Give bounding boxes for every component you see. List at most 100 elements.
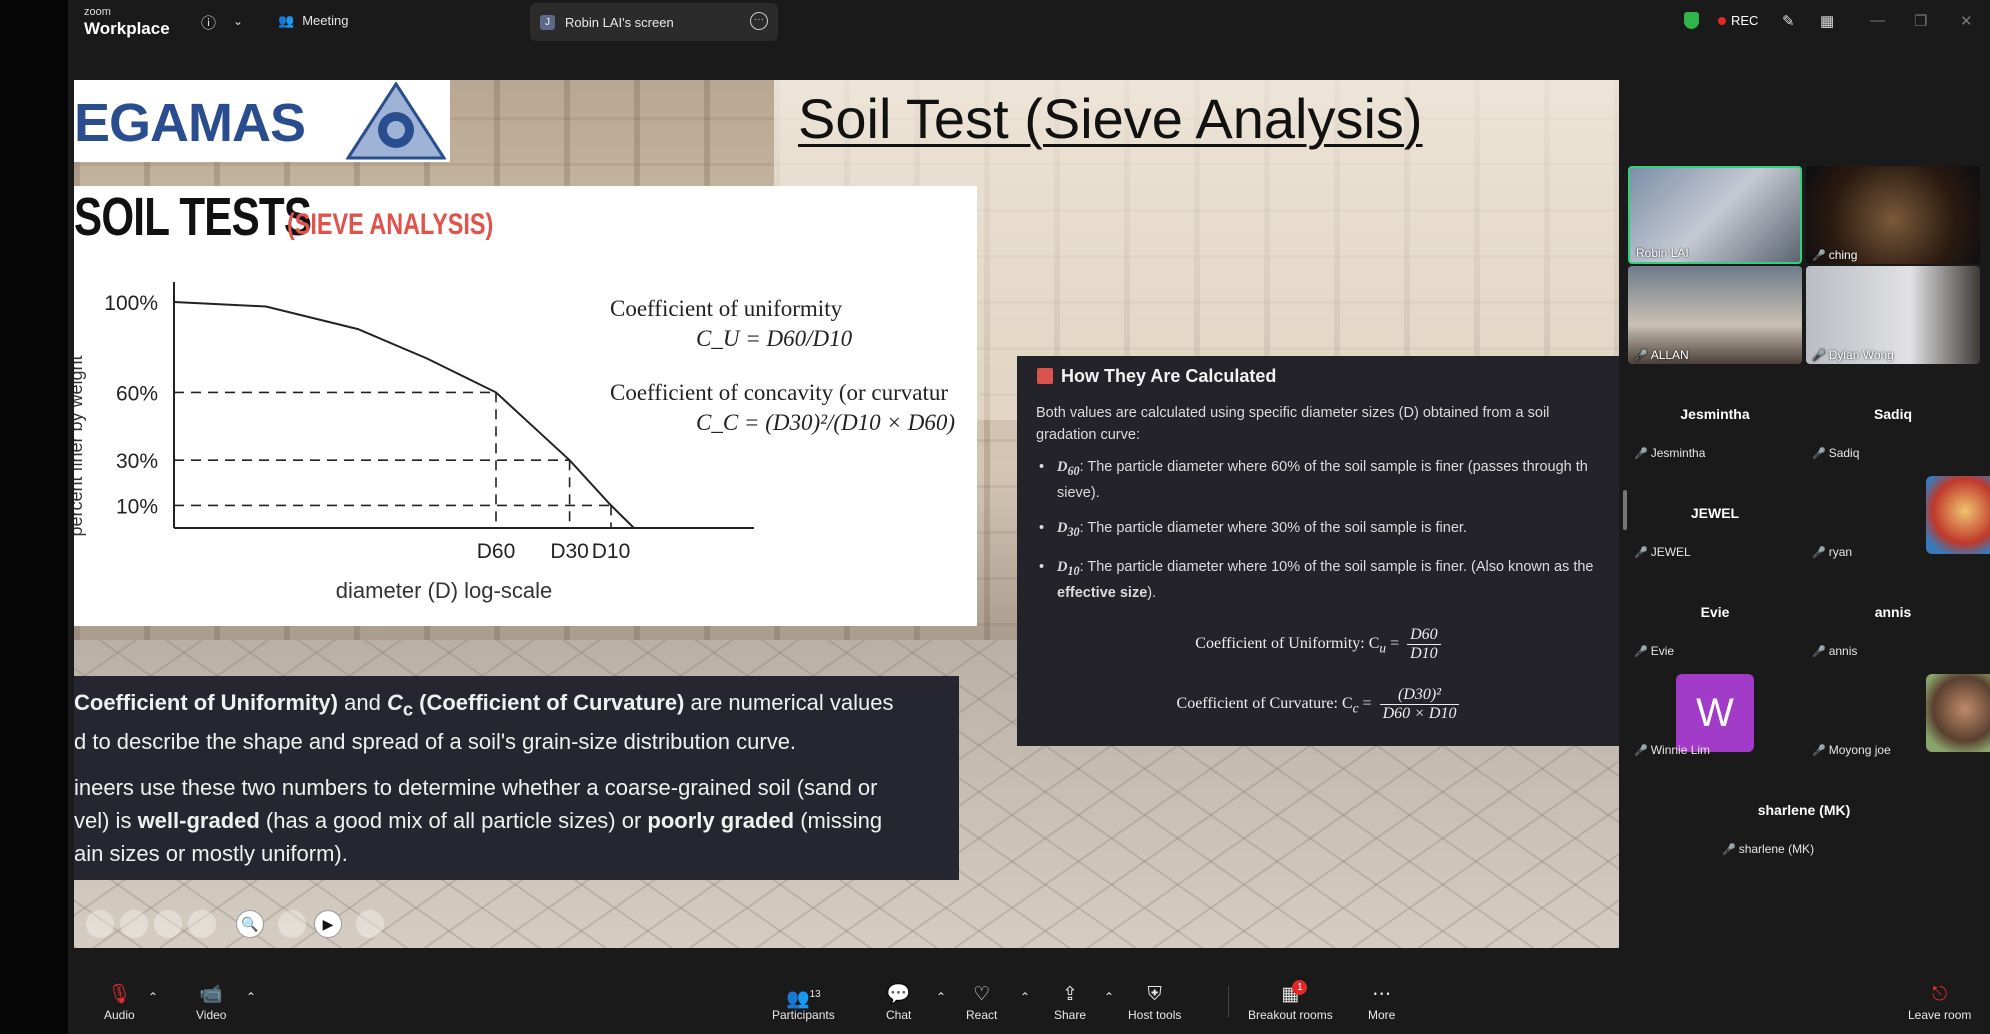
text: Winnie Lim (1650, 743, 1711, 757)
video-options-chevron-icon[interactable]: ⌃ (246, 990, 256, 1004)
x-tick-label: D60 (477, 540, 516, 563)
mic-muted-icon: 🎤 (1812, 250, 1826, 262)
x-tick-label: D10 (592, 540, 631, 563)
meeting-view-button[interactable]: 👥 Meeting (278, 13, 348, 29)
video-button[interactable]: 📹 Video (196, 982, 226, 1022)
participants-icon: 👥13 (785, 988, 821, 1010)
mic-muted-icon: 🎤 (1634, 547, 1648, 559)
text: ain sizes or mostly uniform). (74, 841, 348, 867)
leave-room-button[interactable]: ⎋ Leave room (1908, 982, 1971, 1022)
mic-muted-icon: 🎤 (1812, 350, 1826, 362)
security-shield-icon[interactable] (1684, 12, 1699, 29)
diameter-definitions-list: D60: The particle diameter where 60% of … (1037, 456, 1619, 617)
text: vel) is (74, 808, 138, 834)
list-item: D30: The particle diameter where 30% of … (1037, 517, 1619, 543)
captions-tool-icon[interactable] (278, 910, 306, 938)
audio-options-chevron-icon[interactable]: ⌃ (148, 990, 158, 1004)
soil-tests-panel: SOIL TESTS (SIEVE ANALYSIS) percent fine… (74, 186, 977, 626)
top-bar: zoom Workplace ⓘ ⌄ 👥 Meeting J Robin LAI'… (68, 0, 1990, 44)
share-options-chevron-icon[interactable]: ⌃ (1104, 990, 1114, 1004)
heart-icon: ♡ (973, 984, 991, 1005)
text-bold: effective size (1057, 584, 1148, 601)
coefficient-curvature-block: Coefficient of concavity (or curvatur C_… (610, 380, 955, 436)
zoom-window: zoom Workplace ⓘ ⌄ 👥 Meeting J Robin LAI'… (68, 0, 1990, 1034)
text-bold: Cc (Coefficient of Curvature) (386, 690, 685, 719)
view-layout-icon[interactable]: ▦ (1820, 12, 1834, 30)
close-icon[interactable]: ✕ (1960, 12, 1973, 30)
chat-options-chevron-icon[interactable]: ⌃ (936, 990, 946, 1004)
uniformity-equation: Coefficient of Uniformity: Cu = D60 D10 (1017, 626, 1619, 663)
rec-dot-icon (1718, 17, 1726, 25)
chevron-down-icon[interactable]: ⌄ (233, 14, 243, 28)
text: Dylan Wong (1828, 348, 1894, 362)
mic-muted-icon: 🎤 (1812, 646, 1826, 658)
text: Coefficient of Uniformity: C (1195, 635, 1380, 653)
video-tool-icon[interactable]: ▶ (314, 910, 342, 938)
text: effective size). (1057, 582, 1619, 604)
splitter-handle[interactable] (1623, 490, 1627, 530)
copy-tool-icon[interactable] (188, 910, 216, 938)
mic-muted-icon: 🎤 (1812, 547, 1826, 559)
text: D60 × D10 (1382, 705, 1457, 722)
company-logo-text: EGAMAS (74, 93, 306, 153)
participant-display-name: annis (1874, 604, 1912, 620)
mic-muted-icon: 🎤 (1634, 448, 1648, 460)
recording-indicator[interactable]: REC (1718, 13, 1758, 28)
chat-button[interactable]: 💬 Chat (886, 982, 911, 1022)
more-options-icon[interactable]: ··· (750, 12, 768, 30)
host-tools-button[interactable]: ⛨ Host tools (1128, 982, 1181, 1022)
share-button[interactable]: ⇪ Share (1054, 982, 1086, 1022)
react-options-chevron-icon[interactable]: ⌃ (1020, 990, 1030, 1004)
shared-screen-tab[interactable]: J Robin LAI's screen ··· (530, 3, 778, 41)
text: Jesmintha (1650, 446, 1706, 460)
info-icon[interactable]: ⓘ (201, 12, 216, 33)
video-tile-allan[interactable]: 🎤 ALLAN (1628, 266, 1802, 364)
label: Participants (772, 1008, 835, 1022)
y-tick-label: 60% (116, 382, 158, 405)
text: (D30)² (1379, 686, 1460, 705)
participant-name: 🎤 ching (1812, 248, 1857, 262)
participant-display-name: JEWEL (1690, 505, 1740, 521)
zoom-search-icon[interactable]: 🔍 (236, 910, 264, 938)
video-tile-ching[interactable]: 🎤 ching (1806, 166, 1980, 264)
mic-muted-icon: 🎤 (1634, 745, 1648, 757)
text: d to describe the shape and spread of a … (74, 729, 797, 755)
maximize-icon[interactable]: ❐ (1914, 12, 1927, 30)
annotate-pen-icon[interactable]: ✎ (1782, 12, 1795, 30)
shared-screen-label: Robin LAI's screen (565, 15, 674, 30)
text-sub: 10 (1067, 563, 1080, 578)
participants-button[interactable]: 👥13 Participants (772, 982, 835, 1022)
text: Sadiq (1828, 446, 1860, 460)
sieve-analysis-subheading: (SIEVE ANALYSIS) (287, 208, 494, 241)
participant-display-name: Sadiq (1873, 406, 1913, 422)
text: : The particle diameter where 10% of the… (1079, 558, 1594, 575)
audio-button[interactable]: 🎙 Audio (104, 982, 135, 1022)
zoom-logo: zoom Workplace (84, 7, 170, 38)
minimize-icon[interactable]: — (1870, 12, 1885, 29)
chart-ylabel: percent finer by weight (74, 355, 86, 536)
video-tile-robin[interactable]: Robin LAI (1628, 166, 1802, 264)
text: (Coefficient of Curvature) (413, 690, 685, 715)
text-italic: C (386, 690, 403, 715)
text-bold: poorly graded (647, 808, 795, 834)
more-tool-icon[interactable] (356, 910, 384, 938)
text: ALLAN (1650, 348, 1689, 362)
chat-bubble-icon: 💬 (886, 984, 911, 1005)
text: D10 (1410, 645, 1438, 662)
cc-label: Coefficient of concavity (or curvatur (610, 380, 949, 405)
label: Video (196, 1008, 227, 1022)
pointer-tool-icon[interactable] (86, 910, 114, 938)
draw-tool-icon[interactable] (120, 910, 148, 938)
label: Breakout rooms (1248, 1008, 1333, 1022)
mic-muted-icon: 🎤 (1722, 844, 1736, 856)
coefficient-uniformity-block: Coefficient of uniformity C_U = D60/D10 (610, 296, 852, 352)
video-tile-dylan[interactable]: 🎤 Dylan Wong (1806, 266, 1980, 364)
react-button[interactable]: ♡ React (966, 982, 997, 1022)
participant-count: 13 (809, 989, 821, 1000)
text: : The particle diameter where 60% of the… (1079, 459, 1588, 475)
more-button[interactable]: ⋯ More (1368, 982, 1395, 1022)
fraction: (D30)² D60 × D10 (1379, 686, 1460, 723)
text: ineers use these two numbers to determin… (74, 775, 878, 801)
pen-tool-icon[interactable] (154, 910, 182, 938)
breakout-rooms-button[interactable]: ▦ 1 Breakout rooms (1248, 980, 1333, 1022)
